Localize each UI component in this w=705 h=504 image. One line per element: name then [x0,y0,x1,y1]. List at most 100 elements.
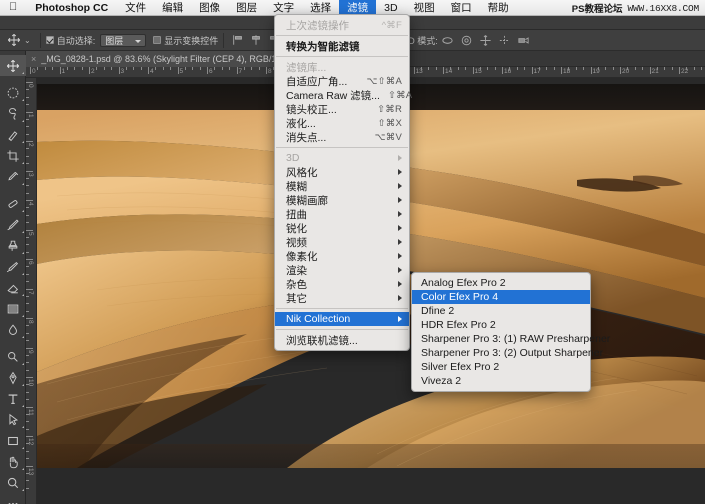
nik-collection-submenu[interactable]: Analog Efex Pro 2 Color Efex Pro 4 Dfine 2… [411,272,610,392]
3d-roll-icon[interactable] [460,34,473,47]
3d-pan-icon[interactable] [479,34,492,47]
ruler-label: 2 [27,143,34,147]
auto-select-scope-dropdown[interactable]: 图层 [100,33,147,47]
menu-item-camera-raw-滤镜-[interactable]: Camera Raw 滤镜... ⇧⌘A [275,88,412,102]
ruler-tick [26,480,29,482]
ruler-tick [26,281,29,283]
submenu-arrow-icon [398,239,402,245]
3d-rotate-icon[interactable] [441,34,454,47]
photoshop-window: 012345678910111213141516171819202122 012… [0,0,705,504]
submenu-item-analog-efex-pro-2[interactable]: Analog Efex Pro 2 [412,276,590,290]
menu-item-shortcut: ⌥⇧⌘A [366,75,402,87]
watermark-cn: PS教程论坛 [571,4,623,15]
ruler-tick [509,67,511,70]
active-tool-preset[interactable]: ⌄ [0,33,35,47]
menu-文件[interactable]: 文件 [117,0,154,16]
rectangle-tool[interactable] [0,430,26,451]
menu-item-视频[interactable]: 视频 [275,235,409,249]
submenu-item-sharpener-pro-3-1-raw-presharpener[interactable]: Sharpener Pro 3: (1) RAW Presharpener [412,332,610,346]
crop-tool[interactable] [0,145,26,166]
menu-item-nik-collection[interactable]: Nik Collection [275,312,409,326]
hand-tool[interactable] [0,451,26,472]
menu-item-模糊[interactable]: 模糊 [275,179,409,193]
eyedropper-tool[interactable] [0,166,26,187]
3d-scale-icon[interactable] [517,34,530,47]
gradient-tool[interactable] [0,298,26,319]
path-selection-tool[interactable] [0,409,26,430]
align-horizontal-centers-icon[interactable] [250,34,262,46]
ruler-tick [26,163,29,165]
watermark: PS教程论坛 WWW.16XX8.COM [572,0,699,16]
menu-item-渲染[interactable]: 渲染 [275,263,409,277]
pen-tool[interactable] [0,367,26,388]
ruler-tick [26,185,29,187]
menu-item-label: 浏览联机滤镜... [286,334,358,347]
menu-图层[interactable]: 图层 [228,0,265,16]
checkbox-icon[interactable] [45,36,54,44]
ruler-tick [81,67,83,70]
menu-视图[interactable]: 视图 [406,0,443,16]
menu-item-扭曲[interactable]: 扭曲 [275,207,409,221]
submenu-item-sharpener-pro-3-2-output-sharpener[interactable]: Sharpener Pro 3: (2) Output Sharpener [412,346,603,360]
checkbox-icon[interactable] [153,36,162,44]
filter-menu[interactable]: 上次滤镜操作 ^⌘F 转换为智能滤镜 滤镜库... 自适应广角... ⌥⇧⌘A Camera… [274,14,412,351]
marquee-tool[interactable] [0,82,26,103]
more-tools-button[interactable] [0,493,26,504]
menu-item-镜头校正-[interactable]: 镜头校正... ⇧⌘R [275,102,409,116]
ruler-label: 6 [209,68,213,75]
close-icon[interactable]: × [31,54,36,64]
app-name-menu[interactable]: Photoshop CC [26,2,117,14]
show-transform-controls-checkbox[interactable]: 显示变换控件 [153,34,218,47]
history-brush-tool[interactable] [0,256,26,277]
menu-item-液化-[interactable]: 液化... ⇧⌘X [275,116,409,130]
ruler-tick [531,67,533,74]
auto-select-checkbox[interactable]: 自动选择: [45,34,95,47]
dodge-tool[interactable] [0,346,26,367]
menu-图像[interactable]: 图像 [191,0,228,16]
ruler-tick [236,67,238,74]
ruler-tick [192,67,194,70]
zoom-tool[interactable] [0,472,26,493]
menu-item-label: 锐化 [286,222,307,235]
3d-slide-icon[interactable] [498,34,511,47]
submenu-item-color-efex-pro-4[interactable]: Color Efex Pro 4 [412,290,590,304]
menu-窗口[interactable]: 窗口 [443,0,480,16]
submenu-item-silver-efex-pro-2[interactable]: Silver Efex Pro 2 [412,360,590,374]
menu-item-其它[interactable]: 其它 [275,291,409,305]
healing-brush-tool[interactable] [0,193,26,214]
eraser-tool[interactable] [0,277,26,298]
type-tool[interactable] [0,388,26,409]
document-tab[interactable]: × _MG_0828-1.psd @ 83.6% (Skylight Filte… [26,51,303,67]
menu-item-风格化[interactable]: 风格化 [275,165,409,179]
menu-帮助[interactable]: 帮助 [480,0,517,16]
move-tool[interactable] [0,55,26,76]
ruler-tick [575,67,577,70]
submenu-arrow-icon [398,316,402,322]
tool-preset-chevron-icon[interactable]: ⌄ [24,36,31,45]
menu-item-label: 其它 [286,292,307,305]
menu-item-浏览联机滤镜-[interactable]: 浏览联机滤镜... [275,333,409,347]
apple-logo-icon[interactable]:  [0,2,26,13]
tools-panel[interactable] [0,51,26,504]
blur-tool[interactable] [0,319,26,340]
quick-selection-tool[interactable] [0,124,26,145]
menu-item-消失点-[interactable]: 消失点... ⌥⌘V [275,130,409,144]
ruler-tick [546,67,548,70]
menu-item-转换为智能滤镜[interactable]: 转换为智能滤镜 [275,39,409,53]
clone-stamp-tool[interactable] [0,235,26,256]
ruler-tick [26,332,29,334]
align-left-edges-icon[interactable] [232,34,244,46]
ruler-tick [89,67,90,74]
menu-item-杂色[interactable]: 杂色 [275,277,409,291]
menu-item-像素化[interactable]: 像素化 [275,249,409,263]
ruler-tick [605,67,607,70]
submenu-item-dfine-2[interactable]: Dfine 2 [412,304,590,318]
lasso-tool[interactable] [0,103,26,124]
submenu-item-viveza-2[interactable]: Viveza 2 [412,374,590,388]
brush-tool[interactable] [0,214,26,235]
menu-编辑[interactable]: 编辑 [154,0,191,16]
submenu-item-hdr-efex-pro-2[interactable]: HDR Efex Pro 2 [412,318,590,332]
menu-item-自适应广角-[interactable]: 自适应广角... ⌥⇧⌘A [275,74,409,88]
menu-item-锐化[interactable]: 锐化 [275,221,409,235]
menu-item-模糊画廊[interactable]: 模糊画廊 [275,193,409,207]
